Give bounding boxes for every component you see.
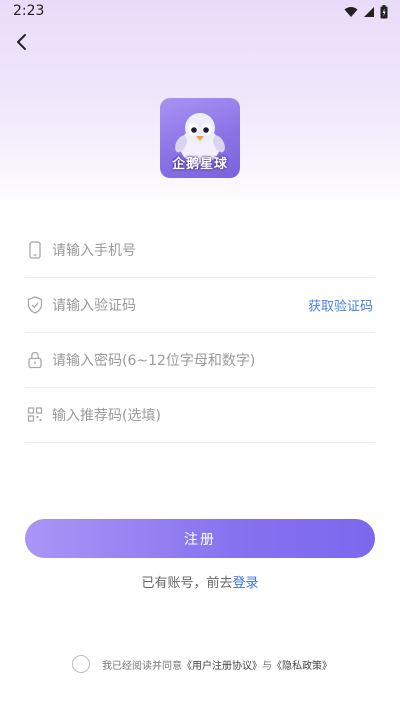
wifi-icon	[344, 7, 358, 17]
verification-code-field[interactable]: 请输入验证码 获取验证码	[25, 277, 375, 333]
register-button[interactable]: 注册	[25, 519, 375, 558]
logo-text: 企鹅星球	[171, 157, 228, 172]
shield-icon	[27, 295, 43, 314]
password-input-placeholder: 请输入密码(6~12位字母和数字)	[52, 352, 256, 369]
lock-icon	[28, 351, 42, 368]
battery-icon	[380, 5, 388, 19]
status-icons	[344, 5, 388, 19]
back-button[interactable]	[10, 30, 34, 54]
login-prompt: 已有账号，前去登录	[0, 572, 400, 591]
referral-input-placeholder: 输入推荐码(选填)	[52, 407, 161, 424]
login-link[interactable]: 登录	[233, 576, 259, 591]
privacy-policy-link[interactable]: 《隐私政策》	[272, 661, 332, 672]
phone-field[interactable]: 请输入手机号	[25, 222, 375, 278]
status-bar: 2:23	[0, 0, 400, 24]
referral-code-field[interactable]: 输入推荐码(选填)	[25, 387, 375, 443]
phone-input-placeholder: 请输入手机号	[52, 242, 136, 259]
login-prompt-text: 已有账号，前去	[141, 576, 233, 591]
phone-icon	[29, 240, 41, 259]
app-logo: 企鹅星球	[160, 98, 240, 178]
signal-icon	[364, 7, 374, 17]
password-field[interactable]: 请输入密码(6~12位字母和数字)	[25, 332, 375, 388]
agreement-text: 我已经阅读并同意《用户注册协议》与《隐私政策》	[102, 657, 332, 672]
agreement-prefix: 我已经阅读并同意	[102, 660, 182, 672]
agreement-checkbox[interactable]	[72, 655, 90, 673]
agreement-row: 我已经阅读并同意《用户注册协议》与《隐私政策》	[72, 654, 332, 674]
agreement-and: 与	[262, 660, 272, 672]
qr-code-icon	[27, 406, 43, 422]
status-time: 2:23	[13, 3, 45, 19]
chevron-left-icon	[17, 34, 26, 50]
get-code-button[interactable]: 获取验证码	[308, 295, 373, 314]
user-agreement-link[interactable]: 《用户注册协议》	[182, 661, 262, 672]
code-input-placeholder: 请输入验证码	[52, 297, 136, 314]
